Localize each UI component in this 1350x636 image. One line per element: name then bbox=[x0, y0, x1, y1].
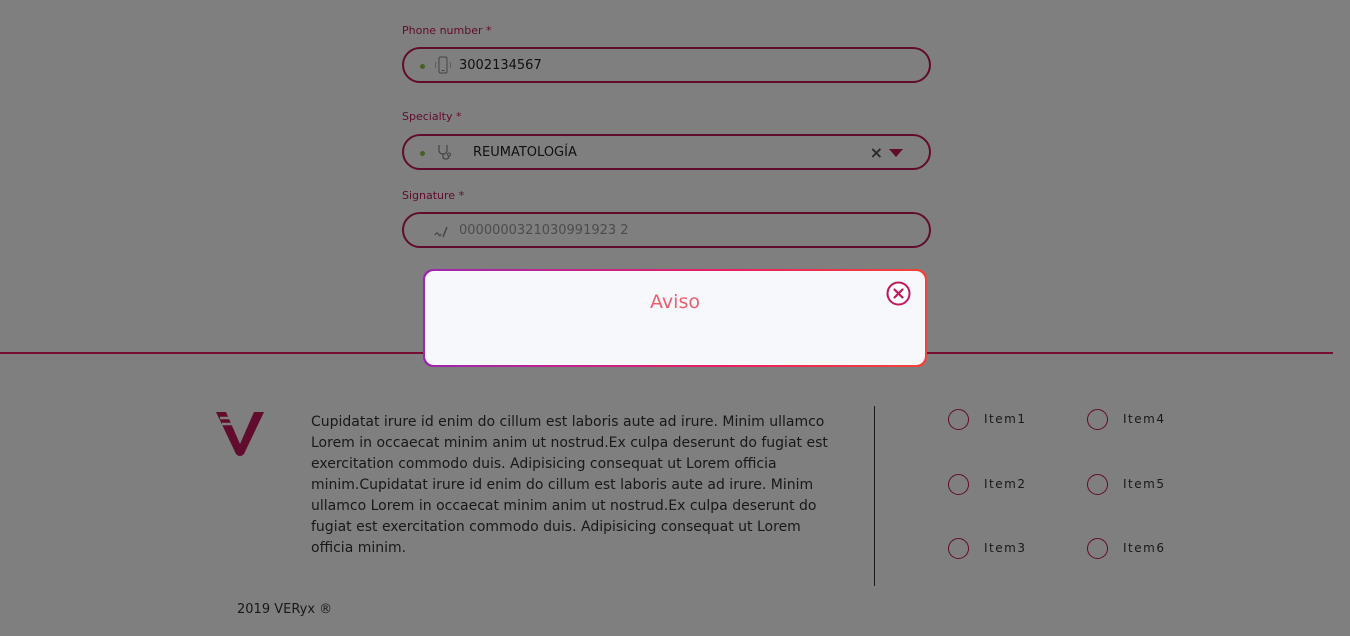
close-circle-icon[interactable] bbox=[886, 281, 911, 306]
alert-modal: Aviso bbox=[423, 269, 927, 367]
modal-body: Aviso bbox=[425, 271, 925, 365]
modal-title: Aviso bbox=[650, 291, 700, 313]
